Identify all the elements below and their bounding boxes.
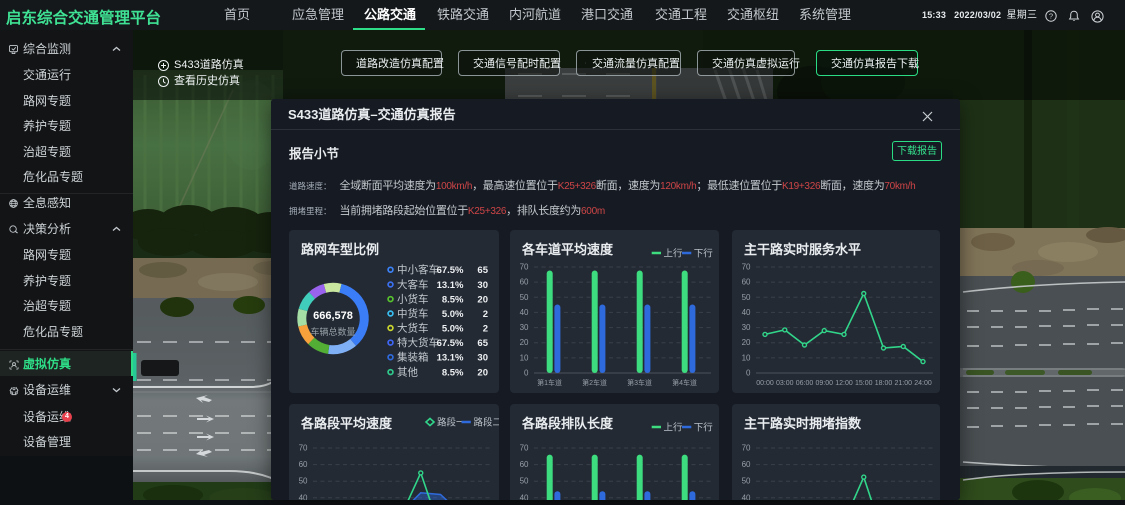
svg-text:65: 65 — [477, 265, 488, 276]
svg-text:0: 0 — [524, 369, 529, 378]
svg-text:40: 40 — [520, 493, 529, 500]
svg-text:中小客车: 中小客车 — [397, 263, 439, 276]
svg-text:特大货车: 特大货车 — [397, 336, 439, 349]
svg-text:30: 30 — [742, 323, 751, 332]
svg-text:中货车: 中货车 — [397, 307, 429, 320]
svg-text:40: 40 — [742, 308, 751, 317]
svg-text:13.1%: 13.1% — [437, 353, 464, 364]
svg-text:5.0%: 5.0% — [442, 324, 464, 335]
svg-text:15:00: 15:00 — [855, 380, 873, 387]
svg-text:第1车道: 第1车道 — [537, 378, 562, 387]
svg-text:50: 50 — [520, 293, 529, 302]
svg-text:60: 60 — [742, 278, 751, 287]
svg-text:09:00: 09:00 — [815, 380, 833, 387]
svg-text:8.5%: 8.5% — [442, 368, 464, 379]
svg-text:65: 65 — [477, 338, 488, 349]
svg-text:20: 20 — [520, 338, 529, 347]
svg-text:路段二: 路段二 — [474, 417, 500, 429]
svg-text:大货车: 大货车 — [397, 322, 429, 335]
svg-text:40: 40 — [742, 493, 751, 500]
svg-text:70: 70 — [520, 444, 529, 453]
svg-text:666,578: 666,578 — [313, 310, 353, 322]
svg-text:其他: 其他 — [397, 366, 418, 379]
svg-text:上行: 上行 — [664, 248, 684, 260]
svg-text:40: 40 — [520, 308, 529, 317]
svg-text:24:00: 24:00 — [914, 380, 932, 387]
svg-text:50: 50 — [299, 477, 308, 486]
svg-text:30: 30 — [520, 323, 529, 332]
svg-text:集装箱: 集装箱 — [397, 351, 429, 364]
svg-text:?: ? — [1049, 12, 1053, 21]
svg-text:50: 50 — [742, 293, 751, 302]
svg-text:5.0%: 5.0% — [442, 309, 464, 320]
svg-text:20: 20 — [742, 338, 751, 347]
svg-text:20: 20 — [477, 368, 488, 379]
svg-text:70: 70 — [299, 444, 308, 453]
svg-text:上行: 上行 — [664, 422, 684, 434]
svg-text:13.1%: 13.1% — [437, 280, 464, 291]
svg-text:下行: 下行 — [694, 248, 714, 260]
svg-text:2: 2 — [483, 324, 488, 335]
svg-text:60: 60 — [520, 460, 529, 469]
svg-text:21:00: 21:00 — [894, 380, 912, 387]
svg-text:2: 2 — [483, 309, 488, 320]
svg-text:70: 70 — [520, 263, 529, 272]
svg-text:70: 70 — [742, 444, 751, 453]
svg-text:06:00: 06:00 — [796, 380, 814, 387]
svg-text:40: 40 — [299, 493, 308, 500]
svg-text:67.5%: 67.5% — [437, 265, 464, 276]
svg-text:下行: 下行 — [694, 422, 714, 434]
svg-text:60: 60 — [742, 460, 751, 469]
svg-text:67.5%: 67.5% — [437, 338, 464, 349]
svg-text:大客车: 大客车 — [397, 278, 429, 291]
svg-text:10: 10 — [520, 353, 529, 362]
svg-text:00:00: 00:00 — [756, 380, 774, 387]
svg-text:50: 50 — [742, 477, 751, 486]
svg-text:60: 60 — [520, 278, 529, 287]
svg-text:0: 0 — [746, 369, 751, 378]
svg-text:18:00: 18:00 — [875, 380, 893, 387]
svg-text:60: 60 — [299, 460, 308, 469]
svg-text:03:00: 03:00 — [776, 380, 794, 387]
svg-text:第3车道: 第3车道 — [627, 378, 652, 387]
svg-text:12:00: 12:00 — [835, 380, 853, 387]
svg-text:车辆总数量: 车辆总数量 — [310, 326, 355, 337]
svg-text:30: 30 — [477, 353, 488, 364]
svg-text:20: 20 — [477, 295, 488, 306]
svg-text:第2车道: 第2车道 — [582, 378, 607, 387]
svg-text:50: 50 — [520, 477, 529, 486]
svg-text:8.5%: 8.5% — [442, 295, 464, 306]
svg-text:30: 30 — [477, 280, 488, 291]
svg-text:70: 70 — [742, 263, 751, 272]
svg-text:第4车道: 第4车道 — [672, 378, 697, 387]
svg-text:10: 10 — [742, 353, 751, 362]
svg-text:小货车: 小货车 — [397, 293, 429, 306]
